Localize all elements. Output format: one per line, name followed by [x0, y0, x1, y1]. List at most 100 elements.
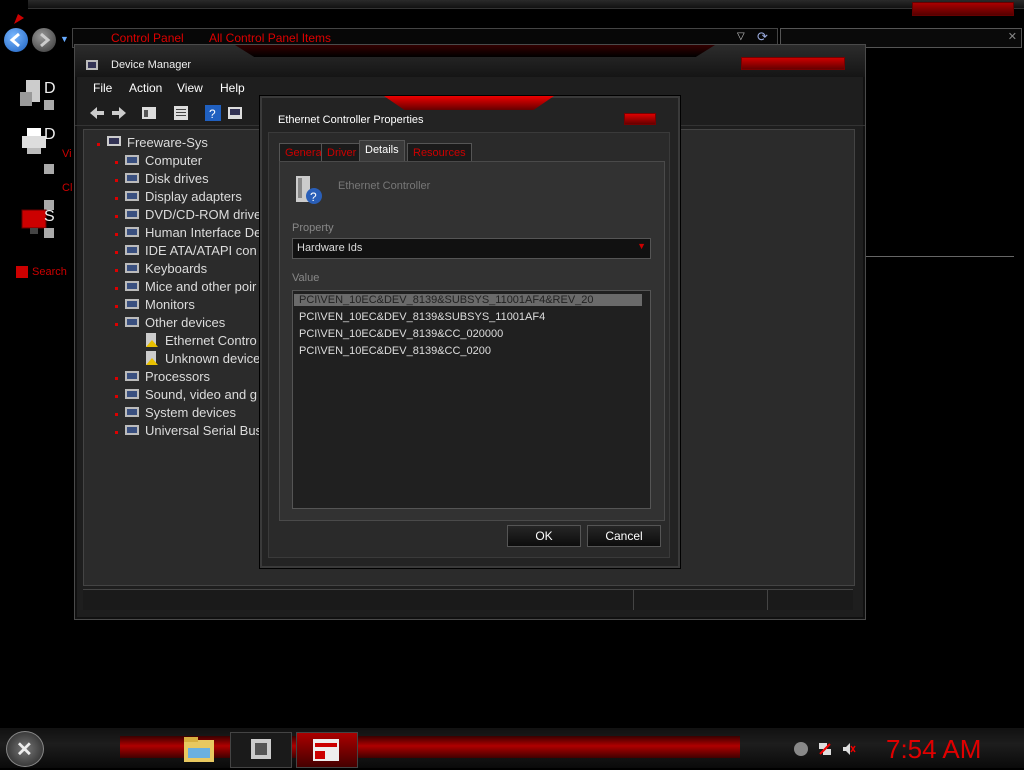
window-controls[interactable]: [912, 2, 1014, 16]
value-row[interactable]: PCI\VEN_10EC&DEV_8139&SUBSYS_11001AF4&RE…: [294, 294, 642, 306]
device-manager-titlebar[interactable]: Device Manager: [75, 45, 865, 77]
forward-button[interactable]: [32, 28, 56, 52]
tree-item[interactable]: Processors: [124, 368, 210, 384]
tray-app-icon[interactable]: [794, 742, 808, 756]
property-select[interactable]: Hardware Ids ▼: [292, 238, 651, 259]
refresh-icon[interactable]: ⟳: [757, 29, 768, 45]
tree-item[interactable]: Mice and other poir: [124, 278, 256, 294]
ok-button[interactable]: OK: [507, 525, 581, 547]
tree-item-label: Unknown device: [165, 351, 261, 366]
chevron-down-icon[interactable]: ▼: [637, 241, 646, 251]
expand-bullet[interactable]: [115, 413, 118, 416]
tree-item[interactable]: DVD/CD-ROM drive: [124, 206, 261, 222]
network-icon[interactable]: [818, 742, 832, 756]
expand-bullet[interactable]: [115, 179, 118, 182]
tree-item-label: System devices: [145, 405, 237, 420]
divider: [864, 256, 1014, 257]
menu-action[interactable]: Action: [129, 81, 162, 95]
value-row[interactable]: PCI\VEN_10EC&DEV_8139&CC_0200: [299, 345, 491, 357]
search-link[interactable]: Search: [32, 266, 67, 278]
cp-item-sub[interactable]: Vi: [62, 148, 72, 160]
expand-bullet[interactable]: [115, 431, 118, 434]
tab-driver[interactable]: Driver: [321, 143, 363, 162]
menu-view[interactable]: View: [177, 81, 203, 95]
taskbar-explorer-button[interactable]: [172, 732, 232, 766]
expand-bullet[interactable]: [115, 197, 118, 200]
tree-item-label: Mice and other poir: [145, 279, 257, 294]
details-panel: ? Ethernet Controller Property Hardware …: [279, 161, 665, 521]
forward-arrow-icon[interactable]: [111, 105, 127, 121]
tree-item[interactable]: Other devices: [124, 314, 225, 330]
breadcrumb-control-panel[interactable]: Control Panel: [111, 31, 184, 45]
expand-bullet[interactable]: [115, 269, 118, 272]
warning-device-icon: [144, 332, 160, 348]
expand-bullet[interactable]: [115, 233, 118, 236]
breadcrumb-all-items[interactable]: All Control Panel Items: [209, 31, 331, 45]
expand-bullet[interactable]: [115, 287, 118, 290]
tree-item[interactable]: Ethernet Contro: [144, 332, 257, 348]
tree-item[interactable]: Unknown device: [144, 350, 260, 366]
address-dropdown-icon[interactable]: ▽: [737, 31, 745, 42]
expand-bullet[interactable]: [97, 143, 100, 146]
tree-item[interactable]: IDE ATA/ATAPI con: [124, 242, 257, 258]
taskbar-control-panel-button[interactable]: [296, 732, 358, 768]
expand-bullet[interactable]: [115, 305, 118, 308]
show-hide-tree-icon[interactable]: [173, 105, 189, 121]
device-manager-icon: [85, 57, 101, 73]
tree-item-label: Universal Serial Bus: [145, 423, 263, 438]
tree-item[interactable]: Monitors: [124, 296, 195, 312]
tree-item[interactable]: Keyboards: [124, 260, 207, 276]
property-label: Property: [292, 222, 334, 234]
cp-item-label[interactable]: D: [44, 126, 56, 144]
app-icon: [12, 12, 26, 26]
tab-resources[interactable]: Resources: [407, 143, 472, 162]
warning-device-icon: [144, 350, 160, 366]
value-row[interactable]: PCI\VEN_10EC&DEV_8139&SUBSYS_11001AF4: [299, 311, 545, 323]
device-category-icon: [124, 386, 140, 402]
tab-details[interactable]: Details: [359, 140, 405, 162]
tree-item-label: Ethernet Contro: [165, 333, 257, 348]
tree-item-label: Disk drives: [145, 171, 209, 186]
expand-bullet[interactable]: [115, 251, 118, 254]
window-controls[interactable]: [741, 57, 845, 70]
clear-search-icon[interactable]: ✕: [1008, 30, 1017, 43]
expand-bullet[interactable]: [115, 215, 118, 218]
expand-bullet[interactable]: [115, 161, 118, 164]
back-button[interactable]: [4, 28, 28, 52]
scan-hardware-icon[interactable]: [227, 105, 243, 121]
value-list[interactable]: PCI\VEN_10EC&DEV_8139&SUBSYS_11001AF4&RE…: [292, 290, 651, 509]
tree-item[interactable]: System devices: [124, 404, 236, 420]
expand-bullet[interactable]: [115, 323, 118, 326]
cp-item-sub[interactable]: Cl: [62, 182, 72, 194]
device-category-icon: [124, 422, 140, 438]
tree-item[interactable]: Universal Serial Bus: [124, 422, 262, 438]
cp-item-label[interactable]: S: [44, 208, 55, 226]
taskbar-device-manager-button[interactable]: [230, 732, 292, 768]
expand-bullet[interactable]: [115, 395, 118, 398]
value-row[interactable]: PCI\VEN_10EC&DEV_8139&CC_020000: [299, 328, 503, 340]
tree-item[interactable]: Disk drives: [124, 170, 209, 186]
recent-pages-chevron-icon[interactable]: ▼: [60, 34, 69, 44]
menu-file[interactable]: File: [93, 81, 112, 95]
property-select-value: Hardware Ids: [297, 242, 363, 254]
tree-item[interactable]: Computer: [124, 152, 202, 168]
computer-icon: [106, 134, 122, 150]
cp-item-label[interactable]: D: [44, 80, 56, 98]
clock[interactable]: 7:54 AM: [886, 734, 981, 765]
menu-help[interactable]: Help: [220, 81, 245, 95]
start-button[interactable]: ✕: [6, 731, 44, 767]
tree-root[interactable]: Freeware-Sys: [106, 134, 208, 150]
close-button[interactable]: [624, 113, 656, 125]
back-arrow-icon[interactable]: [89, 105, 105, 121]
help-icon[interactable]: ?: [205, 105, 221, 121]
volume-muted-icon[interactable]: [842, 742, 856, 756]
cancel-button[interactable]: Cancel: [587, 525, 661, 547]
device-category-icon: [124, 260, 140, 276]
status-divider: [767, 590, 768, 610]
tree-item[interactable]: Display adapters: [124, 188, 242, 204]
tree-item[interactable]: Human Interface De: [124, 224, 261, 240]
tree-item-label: Other devices: [145, 315, 226, 330]
properties-icon[interactable]: [141, 105, 157, 121]
tree-item[interactable]: Sound, video and g: [124, 386, 257, 402]
expand-bullet[interactable]: [115, 377, 118, 380]
